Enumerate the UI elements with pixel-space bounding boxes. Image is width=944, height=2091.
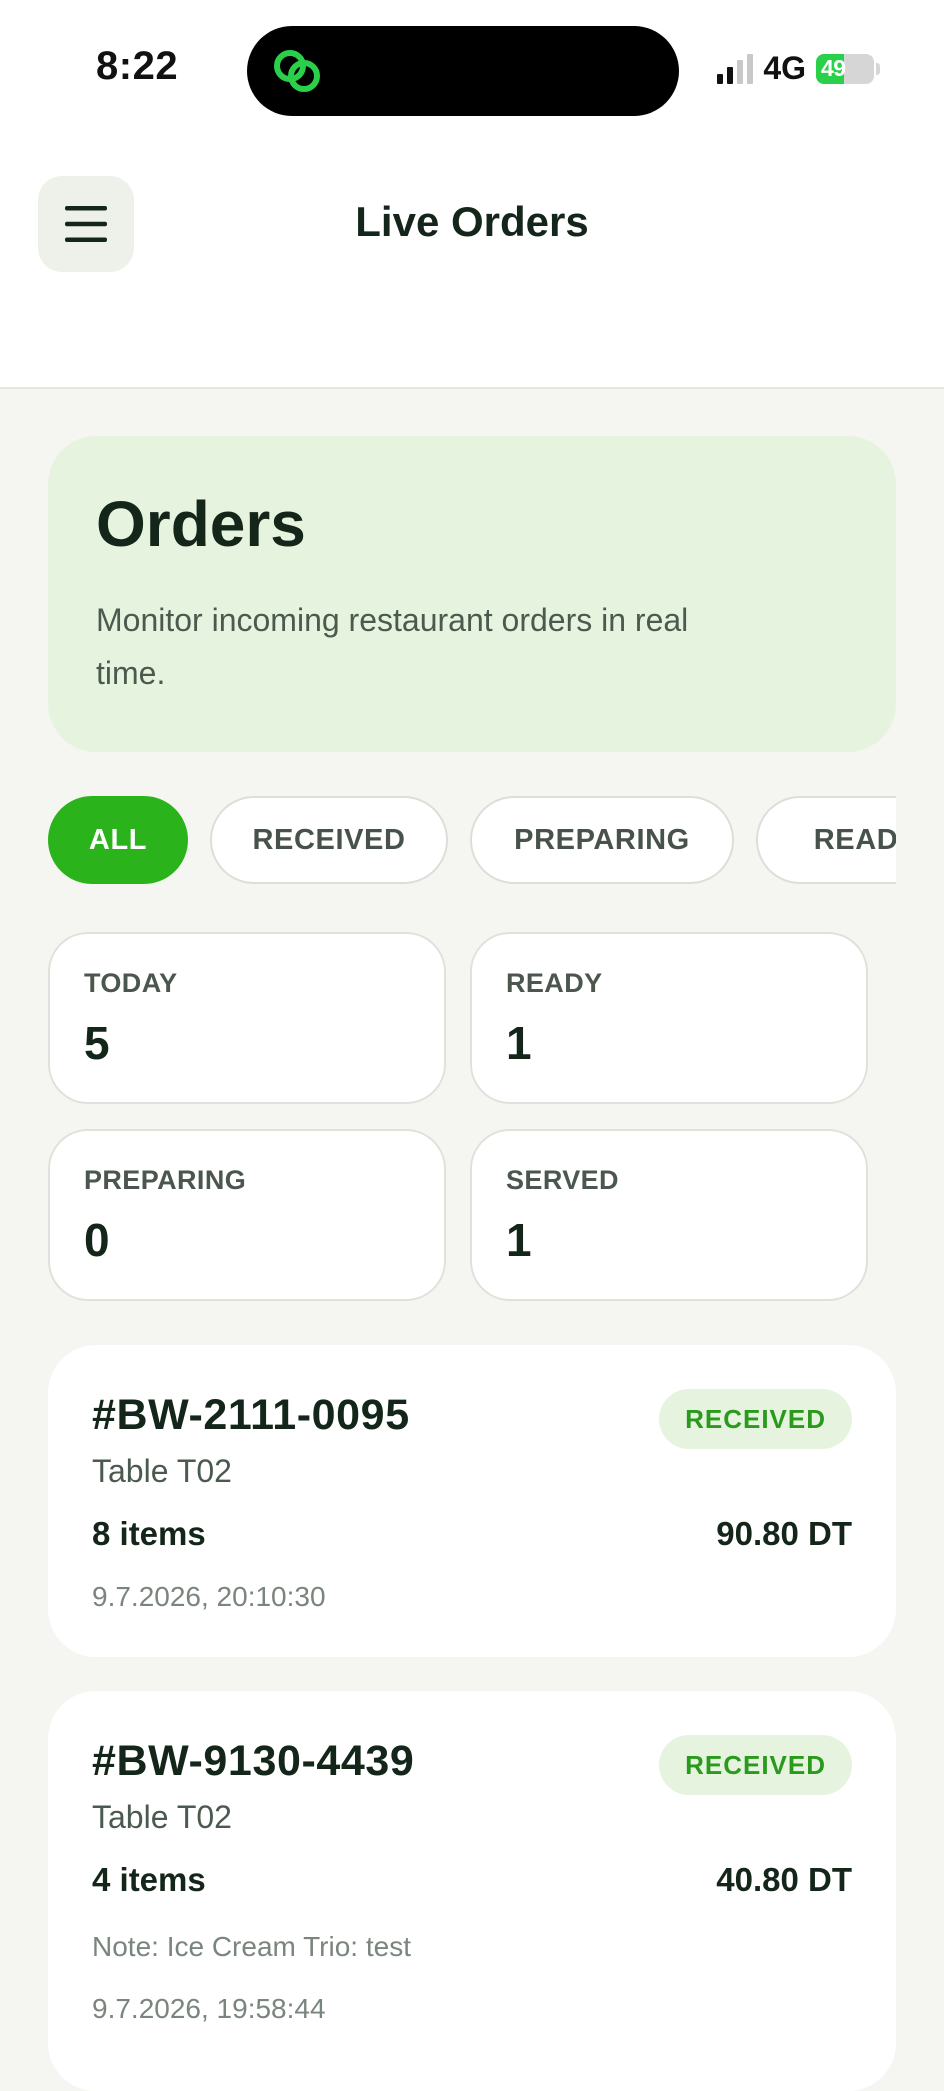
order-card[interactable]: #BW-9130-4439 RECEIVED Table T02 4 items… (48, 1691, 896, 2091)
battery-icon: 49 (816, 53, 874, 84)
link-app-icon (274, 50, 320, 92)
stat-label: SERVED (506, 1165, 619, 1195)
order-item-count: 8 items (92, 1515, 206, 1552)
order-table: Table T02 (92, 1453, 232, 1489)
stat-label: PREPARING (84, 1165, 247, 1195)
app-header: Live Orders (0, 140, 944, 389)
orders-hero: Orders Monitor incoming restaurant order… (48, 436, 896, 752)
hero-subtitle: Monitor incoming restaurant orders in re… (96, 602, 689, 691)
filter-chip-preparing[interactable]: PREPARING (470, 796, 734, 884)
status-time: 8:22 (96, 44, 179, 88)
status-badge: RECEIVED (659, 1389, 852, 1449)
status-bar: 8:22 4G 49 (0, 0, 944, 140)
filter-chip-all[interactable]: ALL (48, 796, 188, 884)
filter-chip-ready[interactable]: READY (756, 796, 896, 884)
stat-value: 0 (84, 1214, 110, 1266)
order-id: #BW-2111-0095 (92, 1391, 410, 1439)
stat-value: 1 (506, 1214, 532, 1266)
order-timestamp: 9.7.2026, 19:58:44 (92, 1993, 326, 2024)
stat-card-ready: READY 1 (470, 932, 868, 1104)
hero-title: Orders (96, 488, 306, 560)
signal-icon (717, 53, 754, 84)
status-filter-bar: ALLRECEIVEDPREPARINGREADY (48, 796, 896, 888)
stat-label: READY (506, 968, 603, 998)
status-badge: RECEIVED (659, 1735, 852, 1795)
battery-level: 49 (821, 55, 846, 81)
order-item-count: 4 items (92, 1861, 206, 1898)
filter-chip-received[interactable]: RECEIVED (210, 796, 448, 884)
order-total: 90.80 DT (716, 1515, 852, 1552)
status-indicators: 4G 49 (717, 50, 880, 87)
order-total: 40.80 DT (716, 1861, 852, 1898)
stat-card-served: SERVED 1 (470, 1129, 868, 1301)
order-note: Note: Ice Cream Trio: test (92, 1931, 411, 1962)
order-timestamp: 9.7.2026, 20:10:30 (92, 1581, 326, 1612)
order-card[interactable]: #BW-2111-0095 RECEIVED Table T02 8 items… (48, 1345, 896, 1657)
stat-card-today: TODAY 5 (48, 932, 446, 1104)
order-id: #BW-9130-4439 (92, 1737, 415, 1785)
stat-value: 5 (84, 1017, 110, 1069)
stat-label: TODAY (84, 968, 178, 998)
order-table: Table T02 (92, 1799, 232, 1835)
stat-card-preparing: PREPARING 0 (48, 1129, 446, 1301)
network-type: 4G (763, 50, 806, 86)
dynamic-island (247, 26, 679, 116)
page-title: Live Orders (355, 198, 589, 245)
stat-value: 1 (506, 1017, 532, 1069)
